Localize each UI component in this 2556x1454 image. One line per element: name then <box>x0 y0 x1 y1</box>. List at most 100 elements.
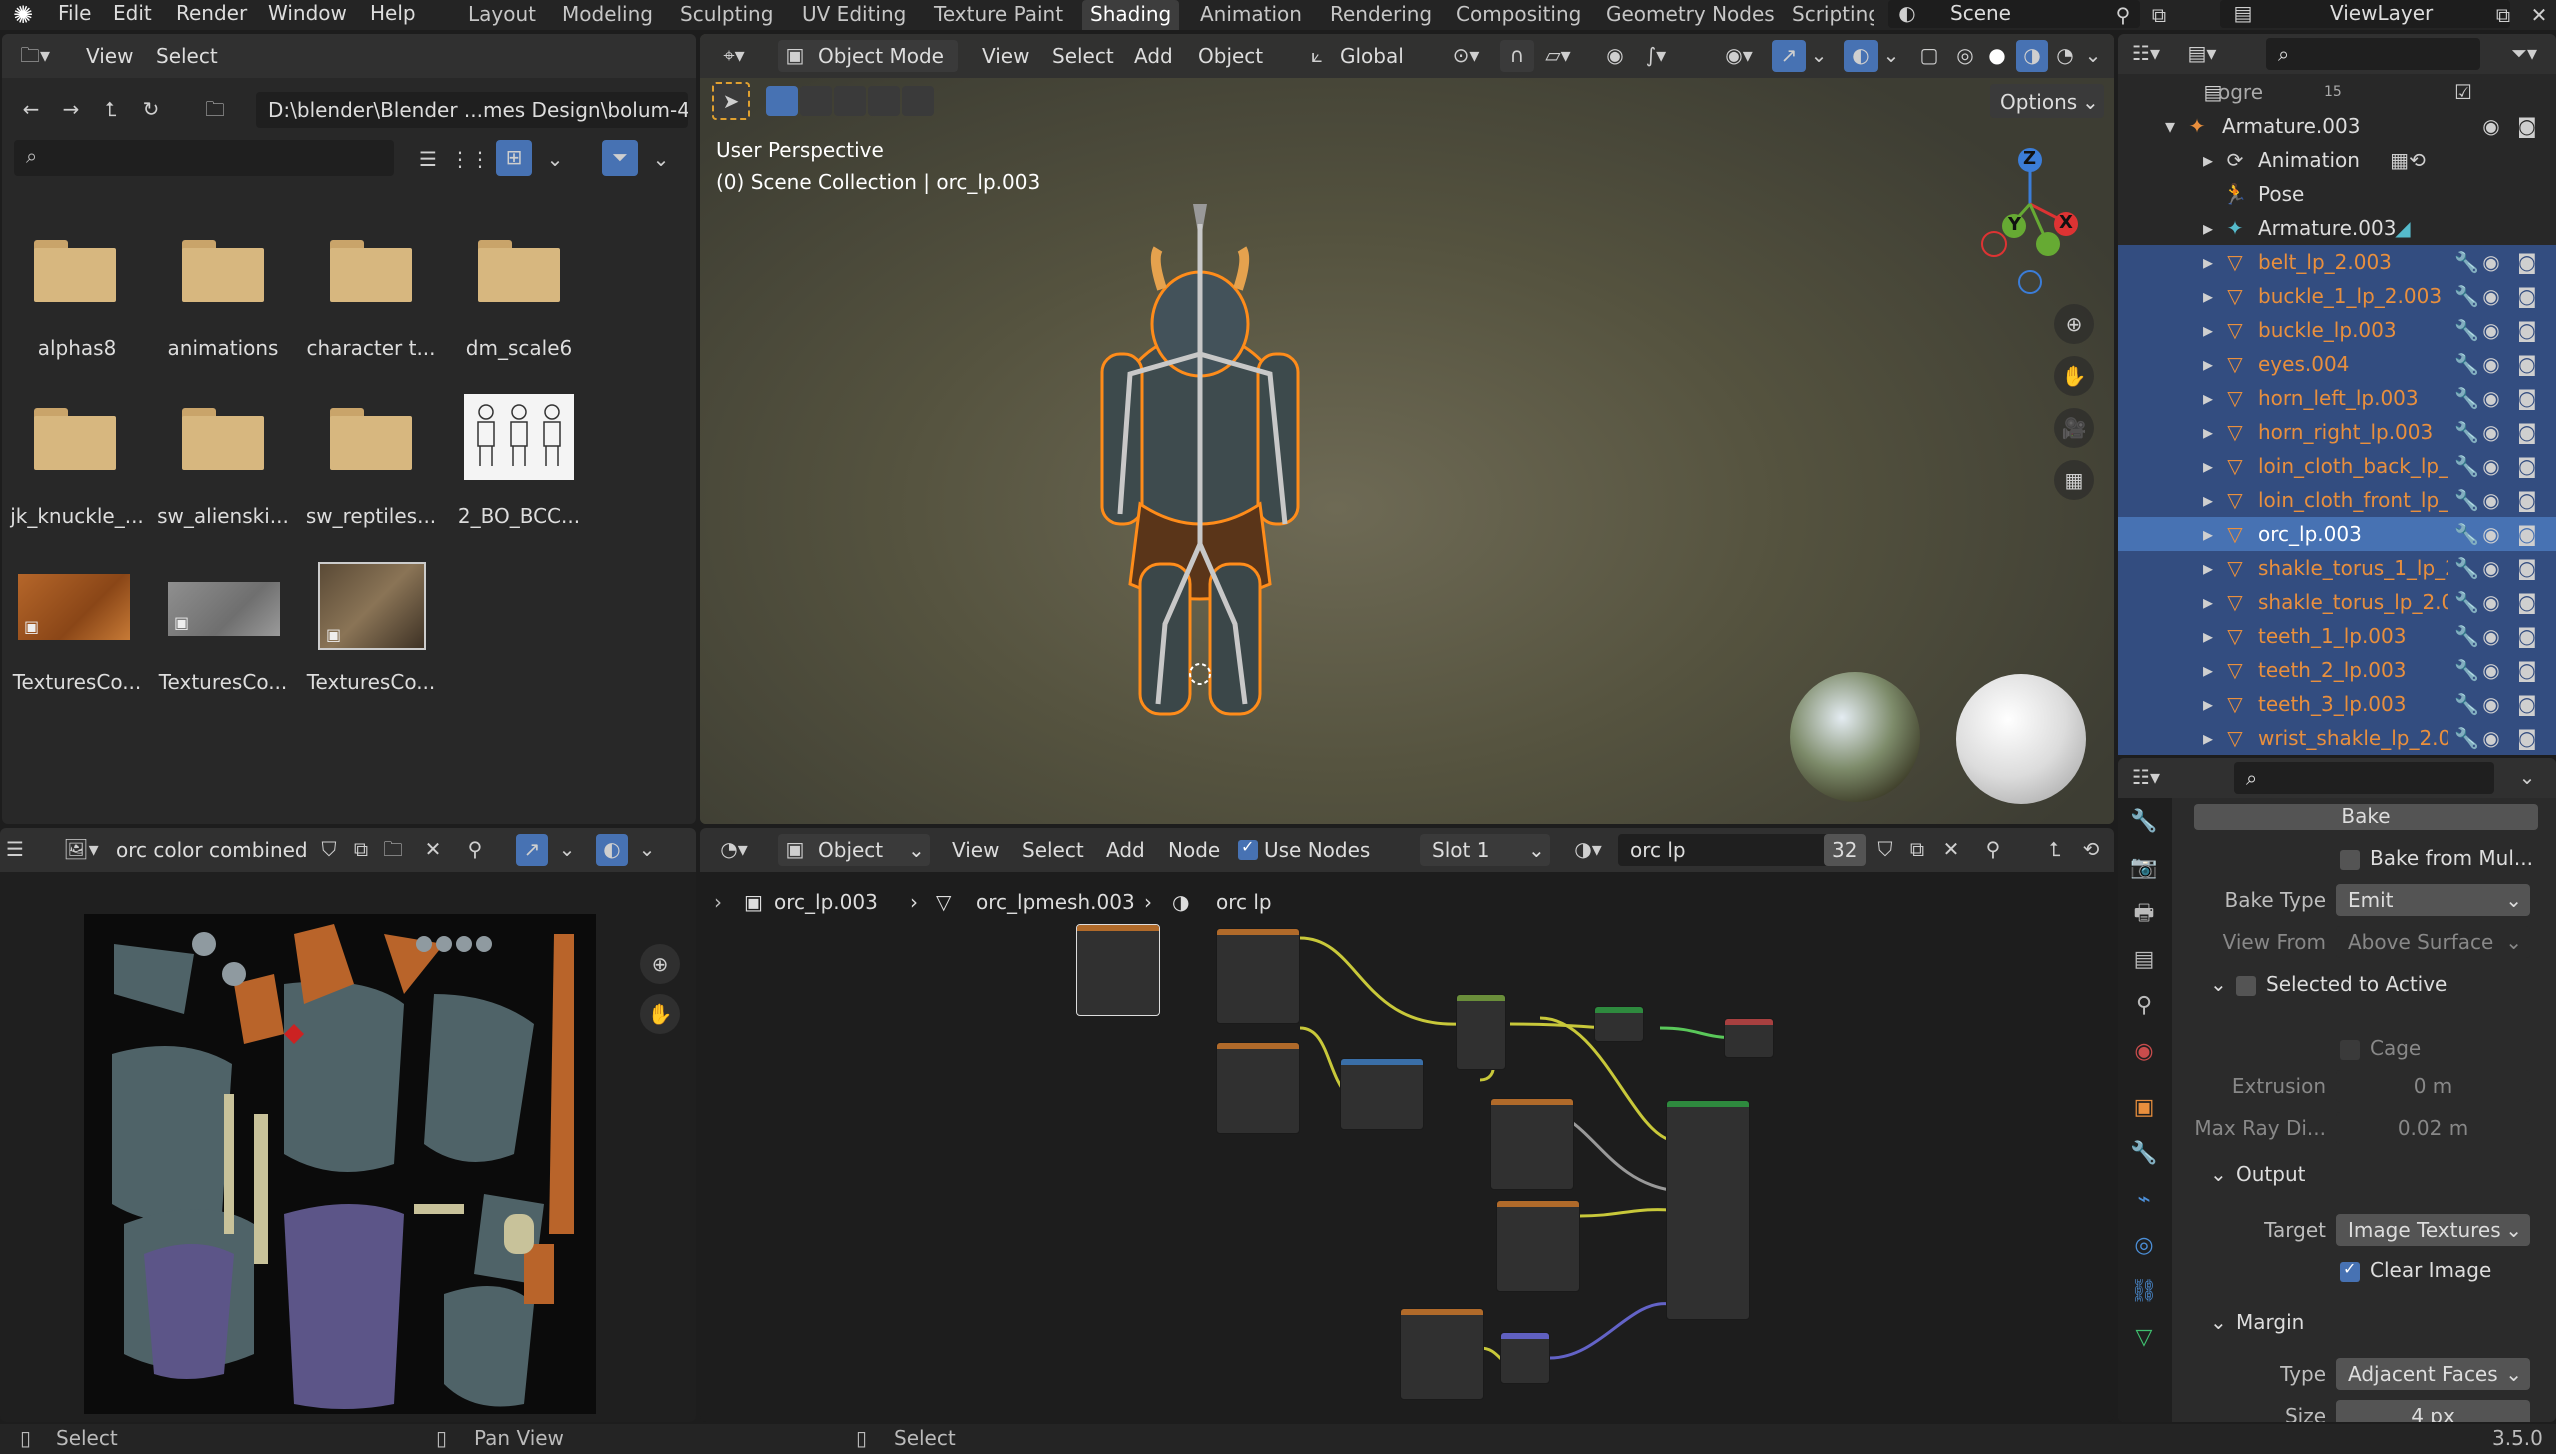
path-field[interactable]: D:\blender\Blender ...mes Design\bolum-4… <box>256 92 688 128</box>
remove-view-layer-icon[interactable]: ✕ <box>2524 0 2554 30</box>
expand-arrow-icon[interactable]: ▾ <box>2160 111 2180 141</box>
outliner-row[interactable]: ▤ ogre 15 ☑ <box>2118 75 2556 109</box>
bake-button[interactable]: Bake <box>2194 804 2538 830</box>
file-item-name[interactable]: jk_knuckle_... <box>2 504 152 528</box>
camera-icon[interactable]: ◙ <box>2512 553 2542 583</box>
max-ray-field[interactable]: 0.02 m <box>2336 1112 2530 1144</box>
overlays-dropdown-icon[interactable]: ⌄ <box>636 834 658 864</box>
outliner-row[interactable]: ▸ ▽ loin_cloth_back_lp_2 🔧 ◉ ◙ <box>2118 449 2556 483</box>
expand-arrow-icon[interactable]: ▸ <box>2198 689 2218 719</box>
view-from-dropdown[interactable]: Above Surface ⌄ <box>2336 926 2530 958</box>
file-item-name[interactable]: TexturesCo... <box>2 670 152 694</box>
select-mode-extend[interactable] <box>800 86 832 116</box>
vp-menu-select[interactable]: Select <box>1052 44 1114 68</box>
xray-icon[interactable]: ▢ <box>1914 40 1944 70</box>
tab-layout[interactable]: Layout <box>460 0 544 30</box>
expand-arrow-icon[interactable]: ▸ <box>2198 315 2218 345</box>
texture-thumbnail-rust[interactable]: ▣ <box>18 574 130 640</box>
tool-tab-icon[interactable]: 🔧 <box>2122 800 2166 844</box>
expand-arrow-icon[interactable]: ▸ <box>2198 349 2218 379</box>
node-material-output[interactable] <box>1724 1018 1774 1058</box>
camera-icon[interactable]: ◙ <box>2512 655 2542 685</box>
data-tab-icon[interactable]: ▽ <box>2122 1316 2166 1360</box>
outliner-row[interactable]: ▸ ▽ teeth_2_lp.003 🔧 ◉ ◙ <box>2118 653 2556 687</box>
texture-thumbnail-concrete[interactable]: ▣ <box>168 582 280 636</box>
view-layer-tab-icon[interactable]: ▤ <box>2122 938 2166 982</box>
tab-uv-editing[interactable]: UV Editing <box>794 0 914 30</box>
scene-tab-icon[interactable]: ⚲ <box>2122 984 2166 1028</box>
fake-user-icon[interactable]: ⛉ <box>314 834 344 864</box>
menu-help[interactable]: Help <box>370 0 416 30</box>
eye-icon[interactable]: ◉ <box>2476 519 2506 549</box>
outliner-row[interactable]: ▾ ✦ Armature.003 ◉ ◙ <box>2118 109 2556 143</box>
display-dropdown-icon[interactable]: ⌄ <box>542 144 568 174</box>
eye-icon[interactable]: ◉ <box>2476 281 2506 311</box>
camera-icon[interactable]: ◙ <box>2512 417 2542 447</box>
outliner-row[interactable]: ▸ ▽ teeth_1_lp.003 🔧 ◉ ◙ <box>2118 619 2556 653</box>
expand-arrow-icon[interactable]: ▸ <box>2198 145 2218 175</box>
file-item-name[interactable]: sw_alienski... <box>148 504 298 528</box>
checkbox-icon[interactable]: ☑ <box>2448 77 2478 107</box>
outliner-row[interactable]: ▸ ▽ shakle_torus_1_lp_2 🔧 ◉ ◙ <box>2118 551 2556 585</box>
camera-icon[interactable]: ◙ <box>2512 383 2542 413</box>
select-mode-new[interactable] <box>766 86 798 116</box>
zoom-icon[interactable]: ⊕ <box>2054 304 2094 344</box>
select-mode-subtract[interactable] <box>834 86 866 116</box>
outliner-search-input[interactable]: ⌕ <box>2266 38 2480 70</box>
proportional-edit-icon[interactable]: ◉ <box>1600 40 1630 70</box>
tab-texture-paint[interactable]: Texture Paint <box>926 0 1071 30</box>
filter-dropdown-icon[interactable]: ⌄ <box>648 144 674 174</box>
display-mode-icon[interactable]: ▤▾ <box>2180 38 2224 68</box>
view-layer-selector[interactable]: ▤ ViewLayer <box>2220 0 2510 28</box>
options-dropdown[interactable]: Options ⌄ <box>1990 84 2104 118</box>
folder-icon[interactable] <box>330 408 412 470</box>
overlays-dropdown-icon[interactable]: ⌄ <box>1880 40 1902 70</box>
new-scene-icon[interactable]: ⧉ <box>2144 0 2174 30</box>
eye-icon[interactable]: ◉ <box>2476 655 2506 685</box>
eye-icon[interactable]: ◉ <box>2476 553 2506 583</box>
output-expand-icon[interactable]: ⌄ <box>2210 1162 2227 1186</box>
expand-arrow-icon[interactable]: ▸ <box>2198 587 2218 617</box>
blender-logo-icon[interactable]: ✺ <box>6 0 40 30</box>
overlays-toggle[interactable]: ◐ <box>1844 40 1878 72</box>
chevron-down-icon[interactable]: ⌄ <box>2512 762 2542 792</box>
outliner-row[interactable]: ▸ ▽ horn_left_lp.003 🔧 ◉ ◙ <box>2118 381 2556 415</box>
camera-icon[interactable]: ◙ <box>2512 587 2542 617</box>
camera-icon[interactable]: ◙ <box>2512 281 2542 311</box>
tab-compositing[interactable]: Compositing <box>1448 0 1589 30</box>
object-mode-dropdown[interactable]: ▣ Object Mode <box>778 40 958 72</box>
navigation-gizmo[interactable]: Z Y X <box>1970 144 2090 294</box>
duplicate-image-icon[interactable]: ⧉ <box>346 834 376 864</box>
outliner-row[interactable]: ▸ ▽ wrist_shakle_lp_2.0 🔧 ◉ ◙ <box>2118 721 2556 755</box>
node-image-texture[interactable] <box>1496 1200 1580 1292</box>
outliner-row[interactable]: ▸ ▽ buckle_lp.003 🔧 ◉ ◙ <box>2118 313 2556 347</box>
file-item-name[interactable]: TexturesCo... <box>148 670 298 694</box>
outliner-row[interactable]: ▸ ▽ buckle_1_lp_2.003 🔧 ◉ ◙ <box>2118 279 2556 313</box>
scene-selector[interactable]: ◐ Scene <box>1888 0 2140 28</box>
properties-search-input[interactable]: ⌕ <box>2234 762 2494 794</box>
constraints-tab-icon[interactable]: ⛓ <box>2122 1270 2166 1314</box>
file-item-name[interactable]: sw_reptiles... <box>296 504 446 528</box>
rendered-shading-icon[interactable]: ◔ <box>2050 40 2080 70</box>
menu-render[interactable]: Render <box>176 0 247 30</box>
folder-icon[interactable] <box>330 240 412 302</box>
eye-icon[interactable]: ◉ <box>2476 111 2506 141</box>
tab-geometry-nodes[interactable]: Geometry Nodes <box>1598 0 1783 30</box>
tab-sculpting[interactable]: Sculpting <box>672 0 781 30</box>
outliner-row[interactable]: ▸ ✦ Armature.003 ◢ <box>2118 211 2556 245</box>
eye-icon[interactable]: ◉ <box>2476 451 2506 481</box>
select-mode-invert[interactable] <box>868 86 900 116</box>
pan-hand-icon[interactable]: ✋ <box>640 994 680 1034</box>
snap-toggle[interactable]: ∩ <box>1500 40 1534 72</box>
camera-icon[interactable]: ◙ <box>2512 621 2542 651</box>
target-dropdown[interactable]: Image Textures ⌄ <box>2336 1214 2530 1246</box>
margin-size-field[interactable]: 4 px <box>2336 1400 2530 1422</box>
wireframe-shading-icon[interactable]: ◎ <box>1950 40 1980 70</box>
camera-icon[interactable]: ◙ <box>2512 349 2542 379</box>
gizmo-dropdown-icon[interactable]: ⌄ <box>1808 40 1830 70</box>
node-image-texture[interactable] <box>1216 1042 1300 1134</box>
eye-icon[interactable]: ◉ <box>2476 689 2506 719</box>
outliner-row[interactable]: ▸ ▽ shakle_torus_lp_2.0 🔧 ◉ ◙ <box>2118 585 2556 619</box>
node-color-ramp[interactable] <box>1340 1058 1424 1130</box>
fb-menu-select[interactable]: Select <box>156 44 218 68</box>
